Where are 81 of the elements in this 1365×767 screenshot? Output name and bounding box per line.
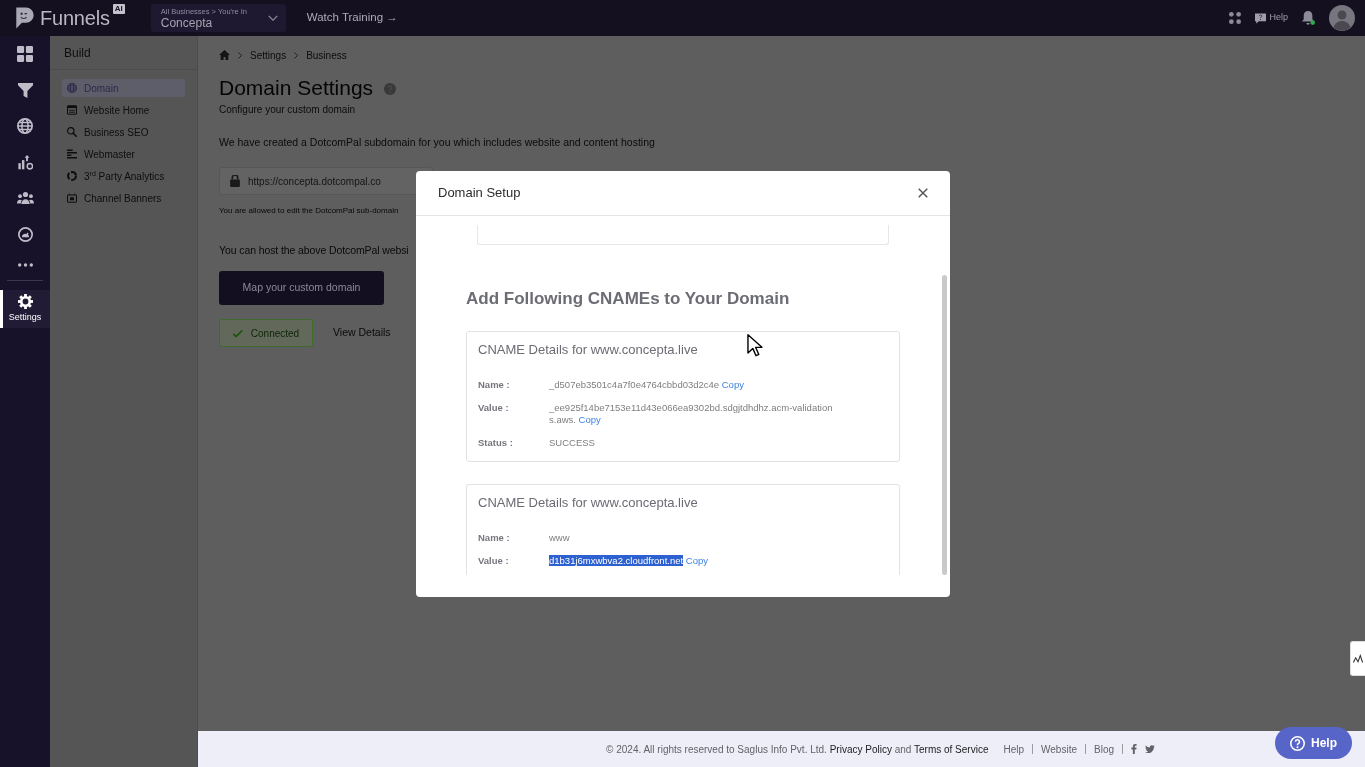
breadcrumb-link[interactable]: Business (306, 47, 347, 63)
chevron-down-icon (267, 15, 278, 21)
close-button[interactable] (916, 186, 930, 200)
lock-icon (230, 175, 240, 187)
sidebar-item[interactable]: Website Home (62, 101, 185, 119)
check-icon (232, 328, 243, 338)
footer-link[interactable]: Blog (1086, 741, 1122, 757)
field-label: Status : (478, 437, 514, 449)
side-tab[interactable] (1350, 641, 1365, 676)
field-label: Value : (478, 555, 510, 567)
home-icon (219, 50, 230, 60)
footer-link[interactable]: Website (1033, 741, 1085, 757)
globe-icon (17, 118, 33, 134)
field-label: Value : (478, 402, 510, 415)
panel-title: Build (50, 36, 197, 70)
sidebar-item[interactable]: Business SEO (62, 123, 185, 141)
switcher-value: Concepta (160, 15, 214, 30)
card-title: CNAME Details for www.concepta.live (478, 342, 698, 358)
footer-link[interactable]: Help (995, 741, 1033, 757)
more-icon (17, 263, 33, 267)
scrollbar-thumb[interactable] (942, 275, 947, 575)
gear-icon (17, 293, 33, 309)
globe-icon (67, 83, 77, 93)
footer-link[interactable]: Terms of Service (914, 743, 989, 755)
close-icon (918, 188, 928, 198)
funnel-icon (17, 82, 33, 98)
section-heading: Add Following CNAMEs to Your Domain (466, 288, 791, 310)
grid-icon (17, 46, 33, 62)
hint-text: You are allowed to edit the DotcomPal sub-domain (219, 205, 399, 216)
intro-text: We have created a DotcomPal subdomain for you which includes website and content hosting (219, 135, 655, 149)
brand-name: Funnels (40, 8, 110, 28)
copy-link[interactable]: Copy (685, 555, 708, 566)
copy-link[interactable]: Copy (721, 379, 744, 390)
field-value: d1b31j6mxwbva2.cloudfront.net Copy (549, 555, 708, 567)
mouse-pointer-icon (747, 334, 763, 357)
breadcrumb-link[interactable]: Settings (250, 47, 287, 63)
page-subtitle: Configure your custom domain (219, 103, 356, 116)
logo-icon (15, 7, 36, 29)
chevron-icon (294, 51, 299, 59)
field-value: www (549, 532, 570, 544)
brand-badge: AI (112, 4, 125, 14)
help-button[interactable]: Help (1275, 727, 1352, 759)
chart-icon (17, 154, 33, 170)
subdomain-field[interactable]: https://concepta.dotcompal.co (219, 167, 433, 195)
view-details-link[interactable]: View Details (333, 325, 391, 341)
page-title: Domain Settings (219, 76, 374, 100)
connected-button[interactable]: Connected (219, 319, 313, 347)
people-icon (16, 191, 34, 205)
gauge-icon (17, 226, 33, 242)
apps-icon (1229, 12, 1242, 24)
copy-link[interactable]: Copy (578, 414, 601, 425)
avatar-icon (1329, 5, 1355, 31)
bell-icon (1302, 11, 1315, 25)
hosting-text: You can host the above DotcomPal websi (219, 243, 409, 257)
bird-icon (1145, 745, 1155, 753)
map-domain-button[interactable]: Map your custom domain (219, 271, 384, 305)
field-value: _d507eb3501c4a7f0e4764cbbd03d2c4e Copy (549, 379, 744, 391)
field-label: Name : (478, 532, 511, 544)
settings-button[interactable]: Settings (0, 290, 50, 328)
field-label: Name : (478, 379, 511, 391)
sidebar-item[interactable]: Webmaster (62, 145, 185, 163)
screen-icon (67, 193, 77, 203)
copyright-text: © 2024. All rights reserved to Saglus Info Pvt. Ltd. Privacy Policy and Terms of Service (606, 742, 989, 757)
chevron-icon (238, 51, 242, 59)
watch-training-link[interactable]: Watch Training → (306, 9, 398, 27)
help-icon (1290, 735, 1305, 751)
list-icon (67, 149, 77, 159)
speech-bubble-icon (1255, 12, 1267, 24)
footer-link[interactable]: Privacy Policy (829, 743, 892, 755)
card-title: CNAME Details for www.concepta.live (478, 495, 698, 511)
field-value: _ee925f14be7153e11d43e066ea9302bd.sdgjtdhdhz.acm-validations.aws. Copy (549, 402, 834, 426)
sidebar-item[interactable]: Channel Banners (62, 189, 185, 207)
field-value: SUCCESS (549, 437, 595, 449)
dialog-title: Domain Setup (438, 184, 521, 203)
browser-window-icon (67, 105, 77, 115)
search-icon (67, 127, 77, 137)
help-icon (384, 83, 397, 95)
squiggle-icon (1353, 653, 1363, 664)
ring-icon (67, 171, 77, 181)
facebook-icon (1131, 744, 1137, 754)
help-link[interactable]: Help (1255, 11, 1288, 25)
